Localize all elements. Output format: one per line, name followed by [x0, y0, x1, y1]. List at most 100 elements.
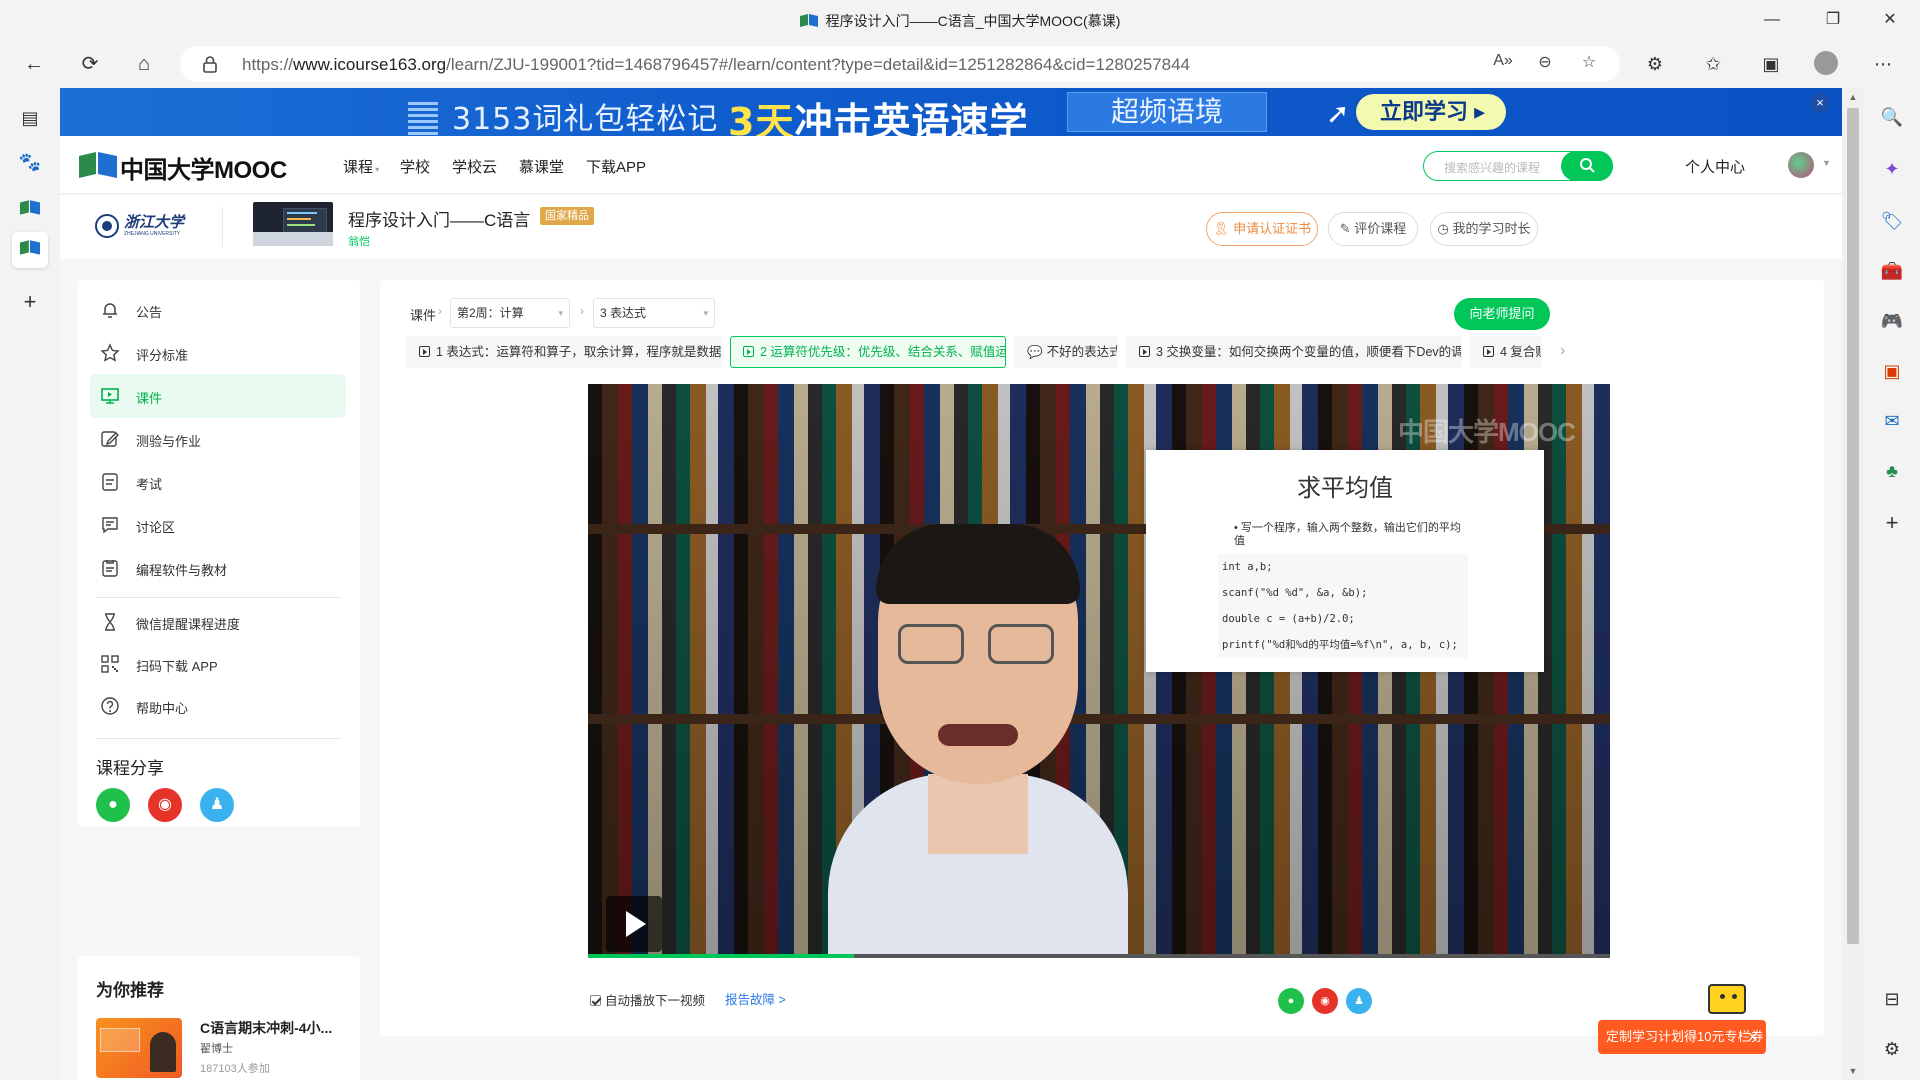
- video-progress-bar[interactable]: [588, 954, 1610, 958]
- ad-close-button[interactable]: ×: [1810, 93, 1830, 113]
- personal-center-link[interactable]: 个人中心: [1685, 156, 1745, 177]
- sidebar-item-announcement[interactable]: 公告: [90, 288, 346, 332]
- sidebar-item-grading[interactable]: 评分标准: [90, 331, 346, 375]
- search-icon[interactable]: 🔍: [1877, 102, 1907, 132]
- sidebar-item-exam[interactable]: 考试: [90, 460, 346, 504]
- sidebar-item-help[interactable]: 帮助中心: [90, 684, 346, 728]
- collections-icon[interactable]: ▣: [1756, 50, 1786, 78]
- read-aloud-icon[interactable]: A»: [1490, 52, 1516, 76]
- tree-icon[interactable]: ♣: [1877, 456, 1907, 486]
- search-button[interactable]: [1561, 151, 1613, 181]
- play-button[interactable]: [606, 896, 662, 952]
- split-screen-icon[interactable]: ⊟: [1877, 984, 1907, 1014]
- rate-course-button[interactable]: ✎ 评价课程: [1328, 212, 1418, 246]
- new-tab-icon[interactable]: +: [12, 284, 48, 320]
- office-icon[interactable]: ▣: [1877, 356, 1907, 386]
- nav-mooc-class[interactable]: 慕课堂: [519, 156, 564, 177]
- site-header: 中国大学MOOC 课程 ▾ 学校 学校云 慕课堂 下载APP 搜索感兴趣的课程 …: [60, 136, 1842, 194]
- scrollbar-thumb[interactable]: [1847, 108, 1859, 944]
- unit-tab-4[interactable]: 4 复合赋值: [1470, 336, 1542, 368]
- nav-download-app[interactable]: 下载APP: [586, 156, 646, 177]
- scroll-down-arrow[interactable]: ▼: [1842, 1066, 1864, 1076]
- nav-schools[interactable]: 学校: [400, 156, 430, 177]
- play-icon: [1139, 346, 1150, 357]
- games-icon[interactable]: 🎮: [1877, 306, 1907, 336]
- nav-courses[interactable]: 课程 ▾: [343, 156, 379, 177]
- extensions-icon[interactable]: ⚙: [1640, 50, 1670, 78]
- weibo-share-icon[interactable]: ◉: [148, 788, 182, 822]
- sidebar-settings-icon[interactable]: ⚙: [1877, 1034, 1907, 1064]
- address-bar[interactable]: https://www.icourse163.org/learn/ZJU-199…: [180, 46, 1620, 82]
- recommend-course-name[interactable]: C语言期末冲刺-4小...: [200, 1018, 332, 1038]
- course-thumbnail[interactable]: [253, 202, 333, 246]
- close-window-button[interactable]: ✕: [1870, 6, 1910, 34]
- ad-banner[interactable]: 3153词礼包轻松记 3天冲击英语速学 超频语境 ➚ 立即学习 ▸ ×: [60, 88, 1842, 136]
- sidebar-item-materials[interactable]: 编程软件与教材: [90, 546, 346, 590]
- chevron-right-icon[interactable]: ›: [1560, 342, 1565, 360]
- video-player[interactable]: 中国大学MOOC 求平均值 • 写一个程序，输入两个整数，输出它们的平均值 in…: [588, 384, 1610, 958]
- university-logo[interactable]: 浙江大学 ZHEJIANG UNIVERSITY: [94, 211, 204, 243]
- settings-more-icon[interactable]: ⋯: [1868, 50, 1898, 78]
- nav-school-cloud[interactable]: 学校云: [452, 156, 497, 177]
- shopping-tag-icon[interactable]: 🏷: [1877, 206, 1907, 236]
- qq-share-icon[interactable]: ♟: [1346, 988, 1372, 1014]
- sidebar-item-discussion[interactable]: 讨论区: [90, 503, 346, 547]
- chapter-select[interactable]: 3 表达式 ▾: [593, 298, 715, 328]
- refresh-icon[interactable]: ⟳: [74, 48, 106, 80]
- minimize-button[interactable]: —: [1752, 6, 1792, 34]
- sidebar-item-wechat-reminder[interactable]: 微信提醒课程进度: [90, 600, 346, 644]
- chevron-down-icon[interactable]: ▼: [1822, 158, 1831, 168]
- chevron-down-icon: ▾: [703, 308, 708, 318]
- outlook-icon[interactable]: ✉: [1877, 406, 1907, 436]
- ad-text-context: 超频语境: [1067, 92, 1267, 132]
- course-sidebar: 公告 评分标准 课件 测验与作业 考试 讨论区 编程软件与教材 微信提醒课程进度…: [78, 280, 360, 827]
- teacher-name[interactable]: 翁恺: [348, 233, 370, 249]
- back-button[interactable]: ←: [18, 48, 50, 80]
- report-issue-link[interactable]: 报告故障 >: [725, 989, 786, 1008]
- apply-certificate-button[interactable]: 🎗 申请认证证书: [1206, 212, 1318, 246]
- weibo-share-icon[interactable]: ◉: [1312, 988, 1338, 1014]
- study-plan-promo[interactable]: 定制学习计划得10元专栏券 ×: [1598, 1020, 1766, 1054]
- scroll-up-arrow[interactable]: ▲: [1842, 92, 1864, 102]
- mascot-icon[interactable]: [1708, 984, 1746, 1014]
- avatar[interactable]: [1788, 152, 1814, 178]
- close-icon[interactable]: ×: [1747, 1020, 1758, 1054]
- exam-icon: [102, 473, 118, 491]
- search-input[interactable]: 搜索感兴趣的课程: [1444, 159, 1540, 176]
- tab-baidu-icon[interactable]: 🐾: [12, 144, 48, 180]
- week-select[interactable]: 第2周：计算 ▾: [450, 298, 570, 328]
- zoom-icon[interactable]: ⊖: [1532, 52, 1558, 76]
- wechat-share-icon[interactable]: ●: [1278, 988, 1304, 1014]
- unit-tab-1[interactable]: 1 表达式：运算符和算子，取余计算，程序就是数据加计算: [406, 336, 722, 368]
- tab-mooc-active-icon[interactable]: [12, 232, 48, 268]
- sidebar-item-quiz[interactable]: 测验与作业: [90, 417, 346, 461]
- autoplay-checkbox[interactable]: 自动播放下一视频: [590, 990, 705, 1009]
- unit-tab-2[interactable]: 2 运算符优先级：优先级、结合关系、赋值运算符: [730, 336, 1006, 368]
- copilot-icon[interactable]: ✦: [1877, 154, 1907, 184]
- search-box[interactable]: 搜索感兴趣的课程: [1423, 151, 1613, 181]
- add-favorite-icon[interactable]: ☆: [1576, 52, 1602, 76]
- breadcrumb[interactable]: 课件: [410, 305, 436, 324]
- mooc-logo-icon: [79, 152, 117, 178]
- ask-teacher-button[interactable]: 向老师提问: [1454, 298, 1550, 330]
- sidebar-item-courseware[interactable]: 课件: [90, 374, 346, 418]
- restore-button[interactable]: ❐: [1813, 6, 1853, 34]
- add-sidebar-icon[interactable]: +: [1877, 508, 1907, 538]
- unit-tab-3[interactable]: 3 交换变量：如何交换两个变量的值，顺便看下Dev的调试功能: [1126, 336, 1462, 368]
- ad-text-headline: 3天冲击英语速学: [728, 100, 1029, 136]
- qq-share-icon[interactable]: ♟: [200, 788, 234, 822]
- sidebar-item-download-app[interactable]: 扫码下载 APP: [90, 642, 346, 686]
- ad-cta-button[interactable]: ➚ 立即学习 ▸: [1326, 94, 1506, 130]
- favorites-icon[interactable]: ✩: [1698, 50, 1728, 78]
- home-icon[interactable]: ⌂: [128, 48, 160, 80]
- tab-actions-icon[interactable]: ▤: [12, 100, 48, 136]
- tab-mooc-icon[interactable]: [12, 192, 48, 228]
- wechat-share-icon[interactable]: ●: [96, 788, 130, 822]
- profile-icon[interactable]: [1811, 50, 1841, 78]
- study-time-button[interactable]: ◷ 我的学习时长: [1430, 212, 1538, 246]
- unit-tab-bad-expression[interactable]: 💬 不好的表达式: [1014, 336, 1118, 368]
- page-scrollbar[interactable]: ▲ ▼: [1842, 88, 1864, 1080]
- tools-icon[interactable]: 🧰: [1877, 256, 1907, 286]
- checkbox-icon[interactable]: [590, 995, 601, 1006]
- recommend-thumbnail[interactable]: [96, 1018, 182, 1078]
